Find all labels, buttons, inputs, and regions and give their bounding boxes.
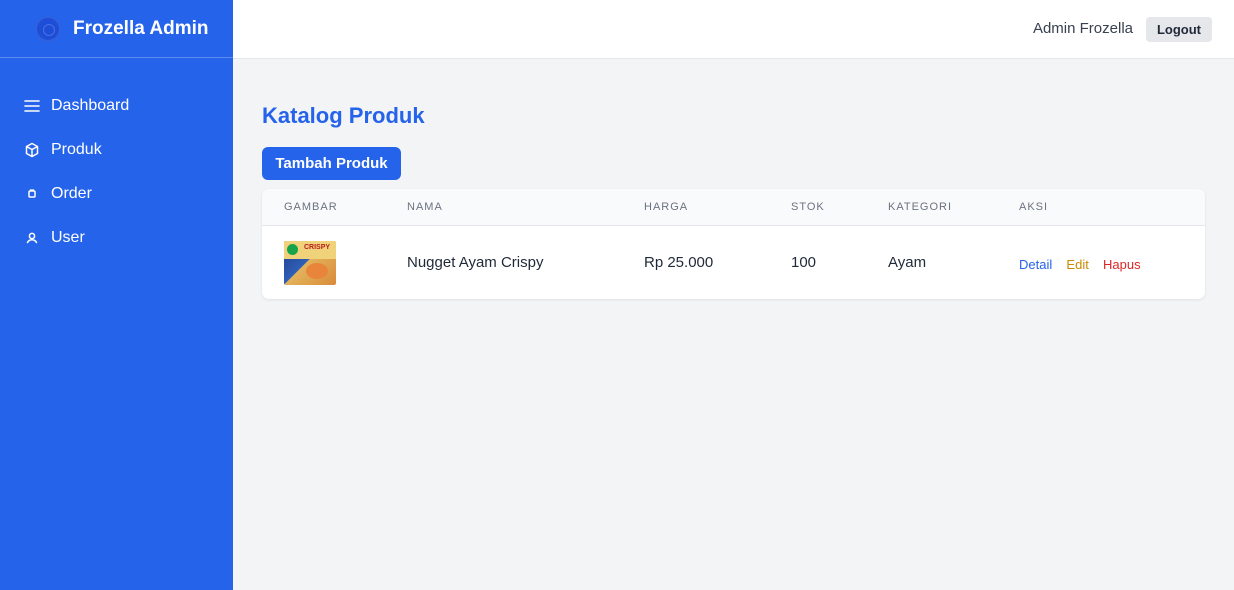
table-row: CRISPY Nugget Ayam Crispy Rp 25.000 100 …	[262, 226, 1205, 299]
menu-icon	[24, 98, 40, 114]
detail-link[interactable]: Detail	[1019, 257, 1052, 272]
product-stock: 100	[791, 254, 817, 271]
order-icon	[24, 186, 40, 202]
page-title: Katalog Produk	[262, 103, 425, 128]
delete-link[interactable]: Hapus	[1103, 257, 1141, 272]
sidebar-item-label: User	[51, 229, 85, 246]
product-price: Rp 25.000	[644, 254, 714, 271]
brand-logo-icon	[36, 16, 60, 41]
add-product-button[interactable]: Tambah Produk	[262, 147, 401, 180]
sidebar-item-produk[interactable]: Produk	[0, 128, 233, 172]
admin-name: Admin Frozella	[1032, 20, 1133, 37]
product-table: GAMBAR NAMA HARGA STOK KATEGORI AKSI CRI…	[262, 189, 1205, 299]
top-header: Admin Frozella Logout	[233, 0, 1234, 59]
column-header-gambar: GAMBAR	[284, 201, 338, 213]
brand-title: Frozella Admin	[73, 17, 209, 39]
sidebar-item-label: Dashboard	[51, 97, 130, 114]
sidebar-item-user[interactable]: User	[0, 216, 233, 260]
sidebar: Frozella Admin Dashboard Produk Order Us…	[0, 0, 233, 590]
column-header-kategori: KATEGORI	[888, 201, 953, 213]
sidebar-nav: Dashboard Produk Order User	[0, 58, 233, 260]
sidebar-item-dashboard[interactable]: Dashboard	[0, 84, 233, 128]
product-category: Ayam	[888, 254, 927, 271]
sidebar-item-label: Produk	[51, 141, 102, 158]
row-actions: Detail Edit Hapus	[1019, 256, 1151, 273]
user-icon	[24, 230, 40, 246]
logout-button[interactable]: Logout	[1145, 17, 1212, 42]
product-name: Nugget Ayam Crispy	[407, 254, 544, 271]
table-header: GAMBAR NAMA HARGA STOK KATEGORI AKSI	[262, 189, 1205, 226]
product-image: CRISPY	[284, 241, 336, 285]
column-header-harga: HARGA	[644, 201, 689, 213]
sidebar-item-order[interactable]: Order	[0, 172, 233, 216]
column-header-stok: STOK	[791, 201, 825, 213]
column-header-nama: NAMA	[407, 201, 443, 213]
brand[interactable]: Frozella Admin	[0, 0, 233, 58]
product-image-label: CRISPY	[304, 244, 331, 251]
sidebar-item-label: Order	[51, 185, 92, 202]
edit-link[interactable]: Edit	[1066, 257, 1088, 272]
column-header-aksi: AKSI	[1019, 201, 1049, 213]
cube-icon	[24, 142, 40, 158]
